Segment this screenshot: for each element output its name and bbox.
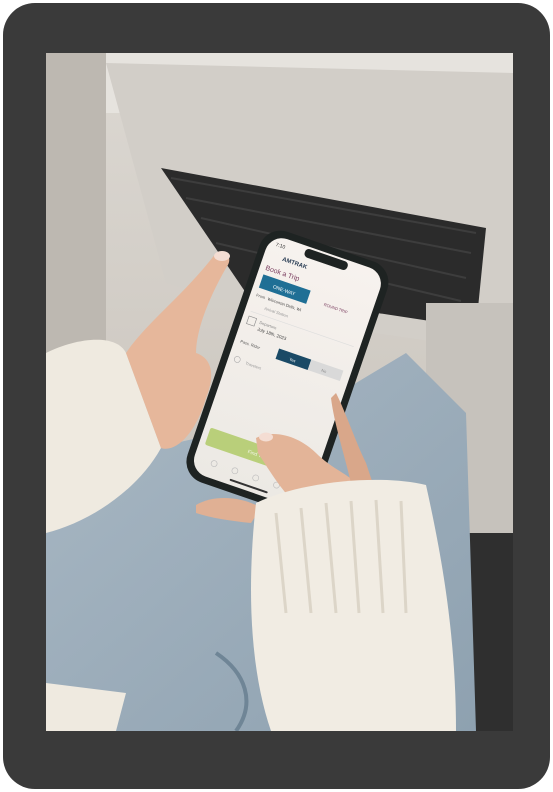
right-fingernail — [259, 432, 273, 442]
photo-scene: 7:10 AMTRAK Book a Trip ONE-WAY ROUND TR… — [46, 53, 513, 731]
window-edge — [46, 53, 106, 383]
photo: 7:10 AMTRAK Book a Trip ONE-WAY ROUND TR… — [46, 53, 513, 731]
tablet-frame: 7:10 AMTRAK Book a Trip ONE-WAY ROUND TR… — [0, 0, 553, 792]
left-thumbnail — [214, 251, 230, 261]
